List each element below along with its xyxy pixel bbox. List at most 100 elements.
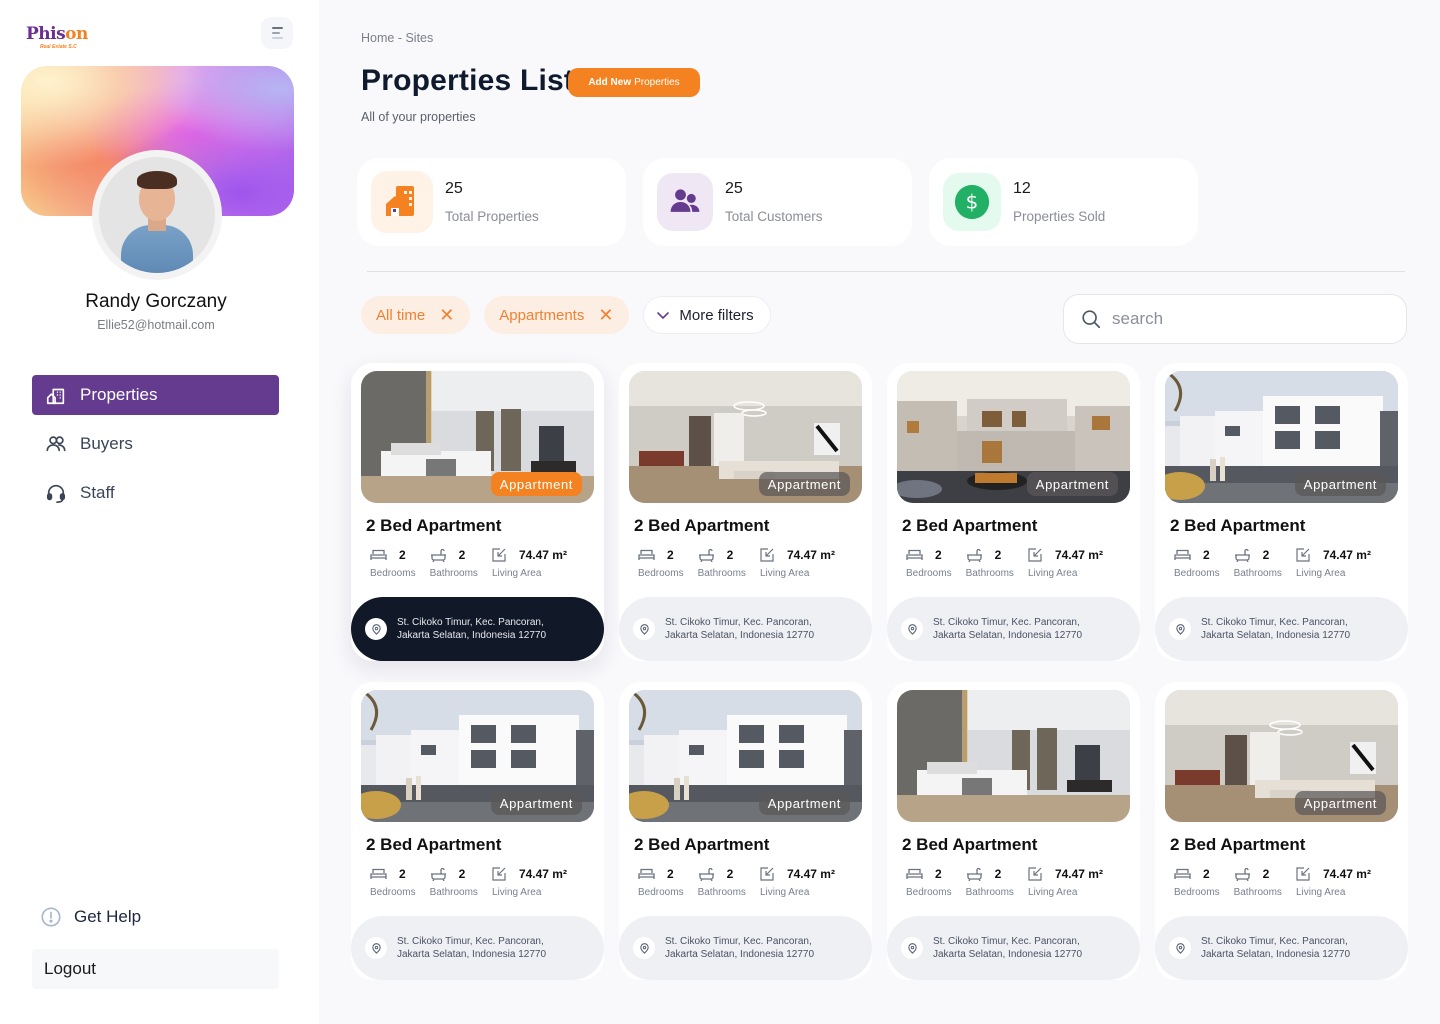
bathrooms-label: Bathrooms xyxy=(965,887,1014,898)
bedrooms-value: 2 xyxy=(935,548,942,562)
property-card[interactable]: 2 Bed Apartment 2 Bedrooms 2 Bathrooms 7… xyxy=(887,682,1140,980)
page-subtitle: All of your properties xyxy=(361,110,476,124)
breadcrumb[interactable]: Home - Sites xyxy=(361,31,433,45)
property-address: St. Cikoko Timur, Kec. Pancoran, Jakarta… xyxy=(1155,597,1408,661)
living-area-label: Living Area xyxy=(491,568,542,579)
stat-label: Properties Sold xyxy=(1013,209,1106,224)
bathrooms-label: Bathrooms xyxy=(965,568,1014,579)
bedrooms-value: 2 xyxy=(667,867,674,881)
address-text: St. Cikoko Timur, Kec. Pancoran, Jakarta… xyxy=(397,936,546,960)
address-text: St. Cikoko Timur, Kec. Pancoran, Jakarta… xyxy=(933,936,1082,960)
property-card[interactable]: Appartment 2 Bed Apartment 2 Bedrooms 2 … xyxy=(1155,363,1408,661)
bed-icon xyxy=(370,868,387,879)
bathtub-icon xyxy=(1234,867,1250,881)
living-area-feature: 74.47 m² Living Area xyxy=(1028,547,1103,579)
property-address: St. Cikoko Timur, Kec. Pancoran, Jakarta… xyxy=(351,597,604,661)
location-pin-icon xyxy=(901,618,923,640)
more-filters-button[interactable]: More filters xyxy=(643,296,771,334)
living-area-label: Living Area xyxy=(759,887,810,898)
property-card[interactable]: Appartment 2 Bed Apartment 2 Bedrooms 2 … xyxy=(619,363,872,661)
property-features: 2 Bedrooms 2 Bathrooms 74.47 m² Living A… xyxy=(638,547,849,579)
avatar-photo xyxy=(99,157,215,273)
bed-icon xyxy=(1174,868,1191,879)
property-title: 2 Bed Apartment xyxy=(634,835,770,854)
stat-card-total-properties: 25 Total Properties xyxy=(357,158,626,246)
property-address: St. Cikoko Timur, Kec. Pancoran, Jakarta… xyxy=(619,597,872,661)
living-area-label: Living Area xyxy=(1027,568,1078,579)
property-title: 2 Bed Apartment xyxy=(366,516,502,535)
bedrooms-value: 2 xyxy=(399,548,406,562)
search-box[interactable] xyxy=(1063,294,1407,344)
sidebar: Phison Real Estate S.C Randy Gorczany El… xyxy=(0,0,319,1024)
avatar[interactable] xyxy=(92,150,222,280)
close-icon[interactable]: ✕ xyxy=(598,305,613,326)
sidebar-item-buyers[interactable]: Buyers xyxy=(32,424,279,464)
bathrooms-feature: 2 Bathrooms xyxy=(698,547,746,579)
bathrooms-label: Bathrooms xyxy=(697,568,746,579)
living-area-value: 74.47 m² xyxy=(1054,867,1103,881)
bathrooms-label: Bathrooms xyxy=(429,568,478,579)
bathrooms-feature: 2 Bathrooms xyxy=(966,547,1014,579)
close-icon[interactable]: ✕ xyxy=(439,305,454,326)
property-photo: Appartment xyxy=(1165,371,1398,503)
bedrooms-label: Bedrooms xyxy=(370,568,416,579)
property-address: St. Cikoko Timur, Kec. Pancoran, Jakarta… xyxy=(619,916,872,980)
menu-toggle-button[interactable] xyxy=(261,17,293,49)
property-features: 2 Bedrooms 2 Bathrooms 74.47 m² Living A… xyxy=(1174,547,1385,579)
bathtub-icon xyxy=(1234,548,1250,562)
living-area-value: 74.47 m² xyxy=(518,548,567,562)
add-property-button[interactable]: Add New Properties xyxy=(568,68,700,97)
property-grid: Appartment 2 Bed Apartment 2 Bedrooms 2 … xyxy=(351,363,1408,980)
users-icon xyxy=(45,433,67,455)
filter-chip-appartments[interactable]: Appartments ✕ xyxy=(484,296,630,334)
dollar-icon: $ xyxy=(943,173,1001,231)
living-area-label: Living Area xyxy=(759,568,810,579)
property-card[interactable]: Appartment 2 Bed Apartment 2 Bedrooms 2 … xyxy=(351,363,604,661)
bathrooms-value: 2 xyxy=(726,548,734,562)
bedrooms-value: 2 xyxy=(667,548,674,562)
filter-chip-all-time[interactable]: All time ✕ xyxy=(361,296,471,334)
address-text: St. Cikoko Timur, Kec. Pancoran, Jakarta… xyxy=(665,617,814,641)
property-card[interactable]: Appartment 2 Bed Apartment 2 Bedrooms 2 … xyxy=(351,682,604,980)
bedrooms-label: Bedrooms xyxy=(1174,887,1220,898)
bathrooms-feature: 2 Bathrooms xyxy=(430,866,478,898)
living-area-feature: 74.47 m² Living Area xyxy=(1296,547,1371,579)
area-icon xyxy=(1028,867,1042,881)
property-title: 2 Bed Apartment xyxy=(366,835,502,854)
location-pin-icon xyxy=(1169,618,1191,640)
bedrooms-label: Bedrooms xyxy=(906,887,952,898)
property-type-badge: Appartment xyxy=(758,791,850,815)
bedrooms-feature: 2 Bedrooms xyxy=(1174,547,1220,579)
bed-icon xyxy=(1174,549,1191,560)
sidebar-item-properties[interactable]: Properties xyxy=(32,375,279,415)
property-address: St. Cikoko Timur, Kec. Pancoran, Jakarta… xyxy=(1155,916,1408,980)
brand-logo[interactable]: Phison Real Estate S.C xyxy=(26,26,88,51)
living-area-label: Living Area xyxy=(1027,887,1078,898)
get-help-link[interactable]: Get Help xyxy=(40,906,141,928)
stat-card-total-customers: 25 Total Customers xyxy=(643,158,912,246)
bedrooms-feature: 2 Bedrooms xyxy=(1174,866,1220,898)
logout-button[interactable]: Logout xyxy=(32,949,279,989)
property-card[interactable]: Appartment 2 Bed Apartment 2 Bedrooms 2 … xyxy=(1155,682,1408,980)
living-area-value: 74.47 m² xyxy=(1322,548,1371,562)
location-pin-icon xyxy=(633,937,655,959)
bathtub-icon xyxy=(430,548,446,562)
stats-row: 25 Total Properties 25 Total Customers $… xyxy=(357,158,1198,246)
bathrooms-feature: 2 Bathrooms xyxy=(430,547,478,579)
bed-icon xyxy=(370,549,387,560)
property-type-badge: Appartment xyxy=(1294,472,1386,496)
location-pin-icon xyxy=(365,937,387,959)
property-type-badge: Appartment xyxy=(490,791,582,815)
bathtub-icon xyxy=(698,867,714,881)
property-card[interactable]: Appartment 2 Bed Apartment 2 Bedrooms 2 … xyxy=(887,363,1140,661)
search-input[interactable] xyxy=(1112,309,1372,329)
area-icon xyxy=(492,548,506,562)
property-photo xyxy=(897,690,1130,822)
bathrooms-label: Bathrooms xyxy=(1233,568,1282,579)
stat-label: Total Customers xyxy=(725,209,823,224)
property-card[interactable]: Appartment 2 Bed Apartment 2 Bedrooms 2 … xyxy=(619,682,872,980)
bed-icon xyxy=(906,549,923,560)
brand-tagline: Real Estate S.C xyxy=(40,44,77,50)
living-area-label: Living Area xyxy=(1295,887,1346,898)
sidebar-item-staff[interactable]: Staff xyxy=(32,473,279,513)
